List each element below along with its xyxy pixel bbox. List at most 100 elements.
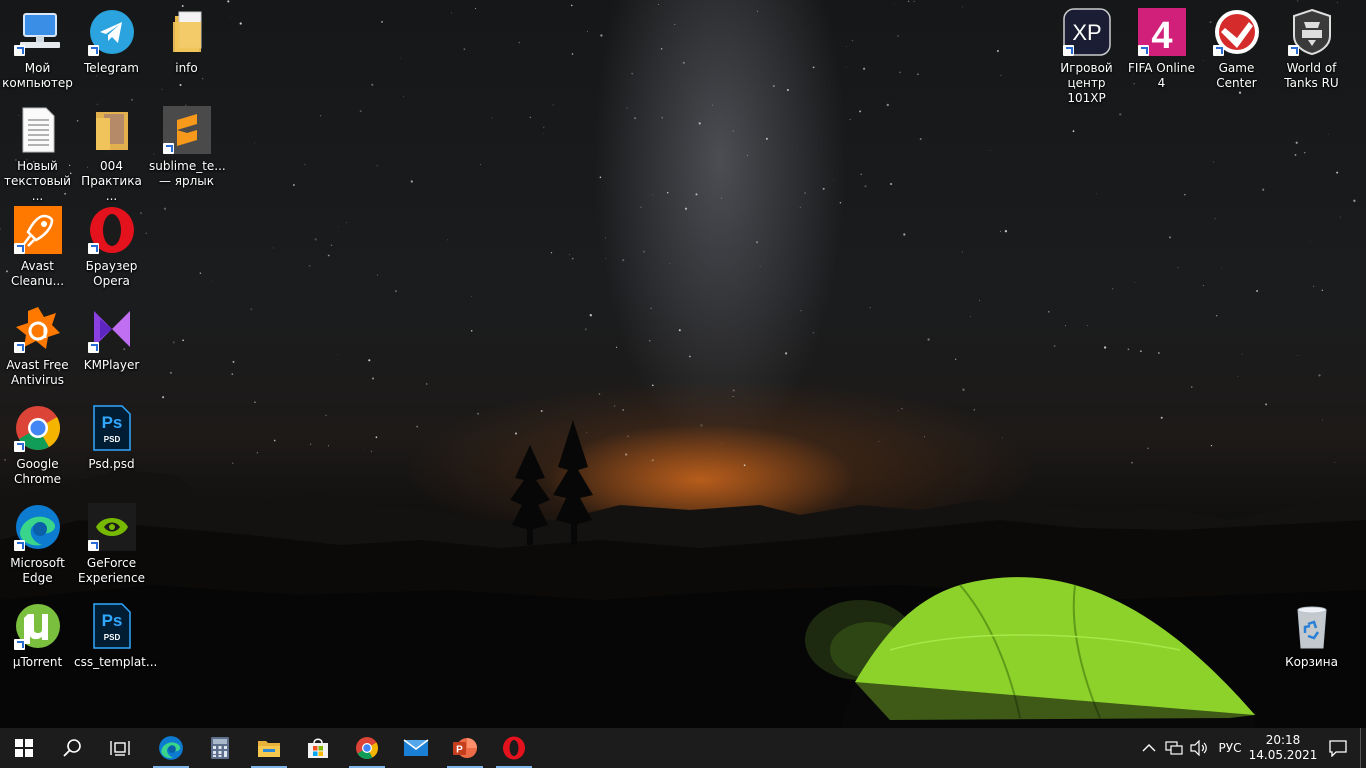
nvidia-icon	[87, 503, 136, 551]
desktop-icon-opera[interactable]: Браузер Opera	[74, 206, 149, 289]
shortcut-arrow-icon	[1287, 45, 1299, 56]
desktop-icon-label: sublime_te... — ярлык	[149, 159, 226, 188]
text-file-icon	[14, 106, 62, 154]
shortcut-arrow-icon	[1137, 45, 1149, 56]
taskbar-store[interactable]	[294, 728, 342, 768]
desktop-icon-label: FIFA Online 4	[1128, 61, 1195, 90]
taskbar-file-explorer[interactable]	[245, 728, 293, 768]
desktop-icon-css-template[interactable]: Ps PSD css_templat...	[74, 602, 158, 670]
desktop[interactable]: Мой компьютер Telegram info Новый тексто…	[0, 0, 1366, 728]
desktop-icon-label: Psd.psd	[88, 457, 135, 471]
clock-date: 14.05.2021	[1248, 748, 1318, 762]
shortcut-arrow-icon	[13, 639, 25, 650]
taskbar-chrome[interactable]	[343, 728, 391, 768]
powerpoint-icon: P	[453, 738, 477, 758]
shortcut-arrow-icon	[1212, 45, 1224, 56]
desktop-icon-004-practice[interactable]: 004 Практика ...	[74, 106, 149, 204]
edge-icon	[159, 736, 183, 760]
folder-icon	[88, 106, 136, 154]
desktop-icon-fifa-online-4[interactable]: 4 FIFA Online 4	[1124, 8, 1199, 91]
volume-button[interactable]	[1187, 728, 1211, 768]
desktop-icon-sublime[interactable]: sublime_te... — ярлык	[149, 106, 226, 189]
chrome-icon	[13, 404, 62, 452]
shortcut-arrow-icon	[162, 143, 174, 154]
desktop-icon-label: µTorrent	[12, 655, 63, 669]
ps-glyph: Ps	[101, 413, 122, 432]
clock[interactable]: 20:18 14.05.2021	[1249, 728, 1318, 768]
avast-cleanup-icon	[13, 206, 62, 254]
psd-icon: Ps PSD	[88, 404, 136, 452]
desktop-icon-avast[interactable]: Avast Free Antivirus	[0, 305, 75, 388]
desktop-icon-geforce-experience[interactable]: GeForce Experience	[74, 503, 149, 586]
taskbar-calculator[interactable]	[196, 728, 244, 768]
store-icon	[308, 738, 328, 758]
task-view-icon	[110, 741, 130, 756]
sublime-icon	[162, 106, 211, 154]
desktop-icon-label: Игровой центр 101XP	[1060, 61, 1113, 105]
svg-text:P: P	[456, 745, 463, 756]
calculator-icon	[211, 737, 229, 759]
desktop-icon-kmplayer[interactable]: KMPlayer	[74, 305, 149, 373]
desktop-icon-label: Avast Free Antivirus	[6, 358, 69, 387]
fifa-icon: 4	[1137, 8, 1186, 57]
shortcut-arrow-icon	[13, 342, 25, 353]
desktop-icon-google-chrome[interactable]: Google Chrome	[0, 404, 75, 487]
desktop-icon-label: css_templat...	[74, 655, 158, 669]
search-button[interactable]	[48, 728, 96, 768]
desktop-icon-psd[interactable]: Ps PSD Psd.psd	[74, 404, 149, 472]
telegram-icon	[87, 8, 136, 56]
desktop-icon-utorrent[interactable]: µTorrent	[0, 602, 75, 670]
desktop-icon-info[interactable]: info	[149, 8, 224, 76]
network-icon	[1165, 741, 1183, 755]
shortcut-arrow-icon	[87, 45, 99, 56]
desktop-icon-label: Telegram	[84, 61, 139, 75]
recycle-bin-icon	[1288, 602, 1336, 650]
taskbar-mail[interactable]	[392, 728, 440, 768]
desktop-icon-microsoft-edge[interactable]: Microsoft Edge	[0, 503, 75, 586]
xp-icon: XP	[1062, 8, 1111, 56]
kmplayer-icon	[87, 305, 136, 353]
mail-icon	[403, 739, 429, 756]
desktop-icon-game-center[interactable]: Game Center	[1199, 8, 1274, 91]
desktop-icon-new-text-file[interactable]: Новый текстовый ...	[0, 106, 75, 204]
desktop-icon-label: info	[175, 61, 198, 75]
desktop-icon-world-of-tanks[interactable]: World of Tanks RU	[1274, 8, 1349, 91]
network-button[interactable]	[1162, 728, 1186, 768]
clock-time: 20:18	[1265, 733, 1301, 747]
fifa-glyph: 4	[1151, 15, 1172, 56]
desktop-icon-telegram[interactable]: Telegram	[74, 8, 149, 76]
game-center-icon	[1212, 8, 1261, 56]
shortcut-arrow-icon	[87, 243, 99, 254]
taskbar-edge[interactable]	[147, 728, 195, 768]
wot-icon	[1287, 8, 1336, 56]
language-indicator[interactable]: РУС	[1212, 728, 1248, 768]
task-view-button[interactable]	[96, 728, 144, 768]
desktop-icon-label: Google Chrome	[13, 457, 62, 486]
shortcut-arrow-icon	[1062, 45, 1074, 56]
start-button[interactable]	[0, 728, 48, 768]
desktop-icon-label: 004 Практика ...	[81, 159, 142, 203]
action-center-button[interactable]	[1318, 728, 1358, 768]
edge-icon	[13, 503, 62, 551]
desktop-icon-label: KMPlayer	[83, 358, 140, 372]
desktop-icon-my-computer[interactable]: Мой компьютер	[0, 8, 75, 91]
shortcut-arrow-icon	[87, 342, 99, 353]
computer-icon	[13, 8, 62, 56]
desktop-icon-label: World of Tanks RU	[1284, 61, 1339, 90]
desktop-icon-label: Новый текстовый ...	[4, 159, 71, 203]
shortcut-arrow-icon	[13, 243, 25, 254]
shortcut-arrow-icon	[13, 45, 25, 56]
desktop-icon-recycle-bin[interactable]: Корзина	[1274, 602, 1349, 670]
show-hidden-icons-button[interactable]	[1138, 728, 1160, 768]
taskbar-opera[interactable]	[490, 728, 538, 768]
show-desktop-button[interactable]	[1360, 728, 1366, 768]
psd-glyph: PSD	[103, 633, 120, 642]
desktop-icon-avast-cleanup[interactable]: Avast Cleanu...	[0, 206, 75, 289]
taskbar-powerpoint[interactable]: P	[441, 728, 489, 768]
desktop-icon-101xp[interactable]: XP Игровой центр 101XP	[1049, 8, 1124, 106]
opera-icon	[503, 736, 525, 760]
file-explorer-icon	[258, 741, 280, 757]
psd-icon: Ps PSD	[88, 602, 136, 650]
xp-glyph: XP	[1072, 20, 1101, 45]
desktop-icon-label: Корзина	[1285, 655, 1338, 669]
